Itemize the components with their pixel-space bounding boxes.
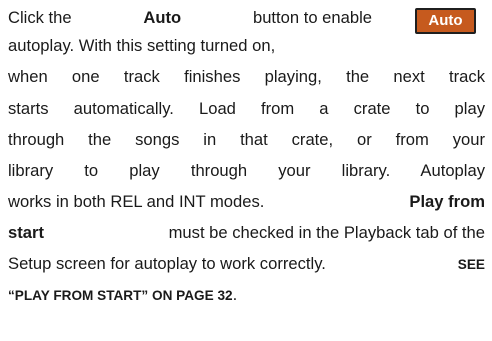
paragraph-line-6: library to play through your library. Au… [8, 161, 485, 180]
paragraph-line-9: Setup screen for autoplay to work correc… [8, 254, 485, 274]
text-button-to-enable: button to enable [252, 8, 372, 27]
paragraph-line-4: starts automatically. Load from a crate … [8, 99, 485, 118]
text-see-reference: SEE [457, 257, 485, 272]
text-start-bold: start [8, 223, 44, 242]
paragraph-line-2: autoplay. With this setting turned on, [8, 36, 276, 55]
text-rel-int-modes: works in both REL and INT modes. [8, 192, 265, 211]
paragraph-line-5: through the songs in that crate, or from… [8, 130, 485, 149]
text-play-from-bold: Play from [409, 192, 485, 211]
text-setup-screen: Setup screen for autoplay to work correc… [8, 254, 326, 273]
paragraph-line-10: “PLAY FROM START” ON PAGE 32. [8, 285, 237, 305]
text-auto-bold: Auto [143, 8, 182, 27]
text-click-the: Click the [8, 8, 72, 27]
paragraph-line-3: when one track finishes playing, the nex… [8, 67, 485, 86]
text-period: . [232, 285, 238, 304]
auto-button-illustration: Auto [415, 8, 476, 34]
text-must-be-checked: must be checked in the Playback tab of t… [168, 223, 485, 242]
paragraph-line-1: Click the Auto button to enable [8, 8, 372, 28]
manual-page: Auto Click the Auto button to enable aut… [0, 0, 492, 341]
paragraph-line-8: start must be checked in the Playback ta… [8, 223, 485, 243]
cross-reference-play-from-start: “PLAY FROM START” ON PAGE 32 [8, 288, 233, 303]
paragraph-line-7: works in both REL and INT modes. Play fr… [8, 192, 485, 212]
